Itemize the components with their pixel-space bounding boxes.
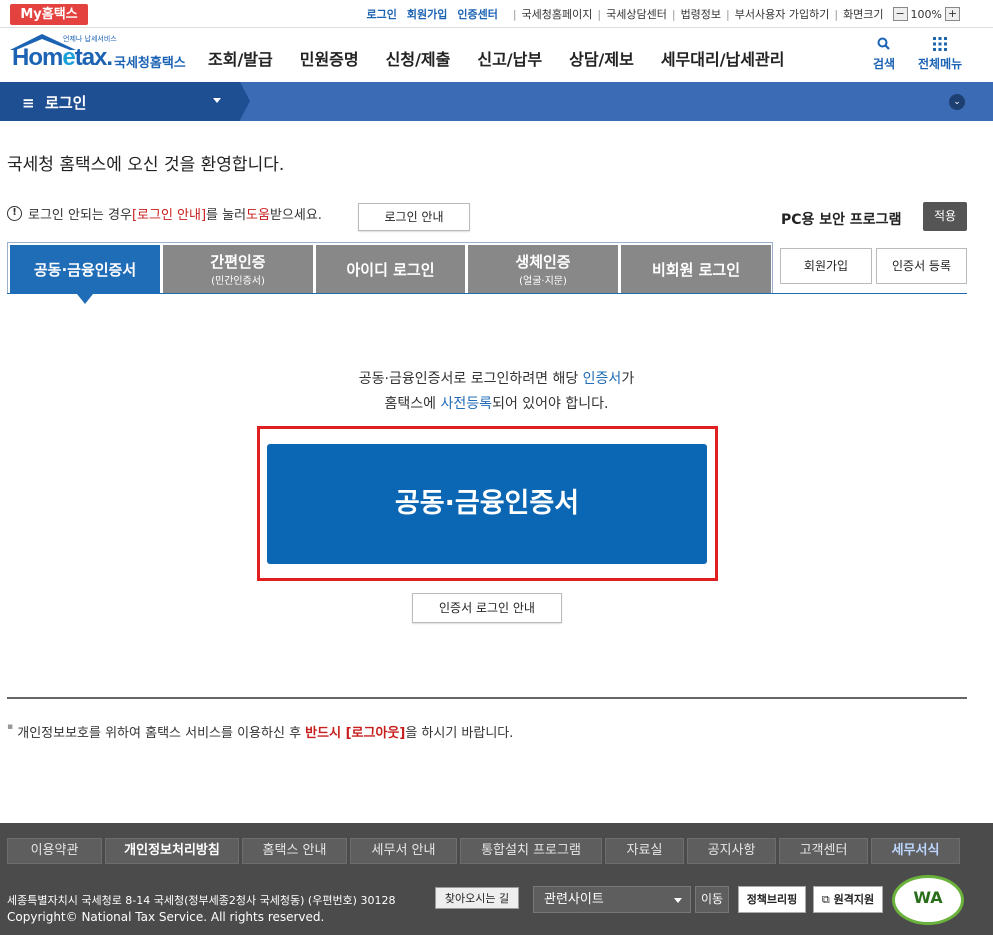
page-title: 국세청 홈택스에 오신 것을 환영합니다. [7, 155, 285, 175]
cert-login-guide-button[interactable]: 인증서 로그인 안내 [412, 593, 562, 623]
gnb-tax-agent[interactable]: 세무대리/납세관리 [661, 46, 785, 70]
remote-support-button[interactable]: ⧉ 원격지원 [813, 886, 883, 913]
footer-tax-forms-link[interactable]: 세무서식 [871, 838, 960, 864]
footer-library-link[interactable]: 자료실 [605, 838, 684, 864]
site-header: 언제나 납세서비스 Hometax. 국세청홈택스 조회/발급 민원증명 신청/… [0, 28, 993, 82]
divider: | [726, 7, 730, 21]
gnb-consultation[interactable]: 상담/제보 [569, 46, 634, 70]
divider: | [597, 7, 602, 21]
law-info-link[interactable]: 법령정보 [681, 6, 721, 22]
footer-install-link[interactable]: 통합설치 프로그램 [460, 838, 602, 864]
top-cert-center-link[interactable]: 인증센터 [457, 6, 497, 22]
tab-underline [7, 293, 967, 294]
find-way-button[interactable]: 찾아오시는 길 [435, 887, 519, 909]
divider [7, 697, 967, 699]
gnb-application[interactable]: 신청/제출 [386, 46, 451, 70]
utility-links: 로그인 회원가입 인증센터 | 국세청홈페이지 | 국세상담센터 | 법령정보 … [366, 6, 963, 22]
footer-copyright: Copyright© National Tax Service. All rig… [7, 910, 325, 924]
cert-info-line2: 홈택스에 사전등록되어 있어야 합니다. [384, 396, 609, 412]
login-method-tabs: 공동·금융인증서 간편인증 (민간인증서) 아이디 로그인 생체인증 (얼굴·지… [7, 242, 773, 294]
exclamation-icon: ! [7, 206, 22, 221]
hometax-logo[interactable]: 언제나 납세서비스 Hometax. 국세청홈택스 [6, 32, 191, 76]
tax-consult-link[interactable]: 국세상담센터 [606, 6, 667, 22]
expand-circle-icon[interactable]: ⌄ [949, 94, 965, 110]
tab-joint-financial-cert[interactable]: 공동·금융인증서 [10, 245, 160, 293]
zoom-control: − 100% + [890, 7, 963, 21]
login-guide-button[interactable]: 로그인 안내 [358, 203, 470, 231]
divider: | [512, 7, 517, 21]
caret-down-icon [213, 98, 221, 103]
join-button[interactable]: 회원가입 [780, 248, 872, 284]
footer-privacy-link[interactable]: 개인정보처리방침 [105, 838, 239, 864]
active-tab-pointer [77, 294, 93, 304]
pc-security-label: PC용 보안 프로그램 [781, 212, 902, 228]
location-current[interactable]: ≡ 로그인 [22, 92, 86, 113]
footer-hometax-guide-link[interactable]: 홈택스 안내 [242, 838, 347, 864]
search-button[interactable]: 검색 [873, 36, 895, 72]
gnb-certificate[interactable]: 민원증명 [300, 46, 359, 70]
hamburger-icon: ≡ [22, 94, 35, 112]
location-arrow [240, 82, 250, 120]
apply-button[interactable]: 적용 [923, 202, 967, 231]
cert-register-button[interactable]: 인증서 등록 [876, 248, 967, 284]
move-button[interactable]: 이동 [695, 886, 729, 913]
screen-size-label: 화면크기 [843, 8, 884, 21]
location-label: 로그인 [45, 94, 87, 112]
tab-biometric[interactable]: 생체인증 (얼굴·지문) [468, 245, 618, 293]
footer-taxoffice-link[interactable]: 세무서 안내 [350, 838, 457, 864]
tab-simple-auth[interactable]: 간편인증 (민간인증서) [163, 245, 313, 293]
top-join-link[interactable]: 회원가입 [407, 6, 447, 22]
footer-support-link[interactable]: 고객센터 [779, 838, 868, 864]
cert-info-line1: 공동·금융인증서로 로그인하려면 해당 인증서가 [358, 371, 635, 387]
related-site-select[interactable]: 관련사이트 [533, 886, 691, 913]
footer-links: 이용약관 개인정보처리방침 홈택스 안내 세무서 안내 통합설치 프로그램 자료… [7, 838, 963, 864]
top-utility-bar: My홈택스 로그인 회원가입 인증센터 | 국세청홈페이지 | 국세상담센터 |… [0, 0, 993, 28]
tab-non-member[interactable]: 비회원 로그인 [621, 245, 771, 293]
zoom-value: 100% [910, 7, 942, 21]
logo-subtitle: 언제나 납세서비스 [63, 35, 117, 43]
web-accessibility-mark: WA [892, 875, 964, 925]
tab-id-login[interactable]: 아이디 로그인 [316, 245, 465, 293]
divider: | [834, 7, 839, 21]
cert-login-button[interactable]: 공동·금융인증서 [267, 444, 707, 564]
footer-notice-link[interactable]: 공지사항 [687, 838, 776, 864]
nts-homepage-link[interactable]: 국세청홈페이지 [522, 6, 593, 22]
all-menu-button[interactable]: 전체메뉴 [918, 36, 962, 72]
footer-terms-link[interactable]: 이용약관 [7, 838, 102, 864]
gnb-inquiry[interactable]: 조회/발급 [208, 46, 273, 70]
my-hometax-button[interactable]: My홈택스 [10, 4, 88, 25]
footer-address: 세종특별자치시 국세청로 8-14 국세청(정부세종2청사 국세청동) (우편번… [7, 894, 396, 907]
zoom-out-button[interactable]: − [892, 7, 908, 21]
zoom-in-button[interactable]: + [945, 7, 960, 21]
all-menu-label: 전체메뉴 [918, 57, 963, 71]
site-footer: 이용약관 개인정보처리방침 홈택스 안내 세무서 안내 통합설치 프로그램 자료… [0, 823, 993, 935]
grid-menu-icon [933, 37, 948, 51]
logo-wordmark: Hometax. [12, 44, 113, 71]
divider: | [671, 7, 676, 21]
top-login-link[interactable]: 로그인 [366, 6, 396, 22]
chevron-down-icon [674, 898, 682, 903]
privacy-notice: ▪ 개인정보보호를 위하여 홈택스 서비스를 이용하신 후 반드시 [로그아웃]… [7, 722, 514, 741]
login-help-notice: ! 로그인 안되는 경우 [로그인 안내] 를 눌러 도움 받으세요. [7, 204, 322, 223]
remote-support-icon: ⧉ [821, 893, 830, 906]
search-icon [877, 37, 890, 50]
search-label: 검색 [873, 57, 896, 71]
dept-user-join-link[interactable]: 부서사용자 가입하기 [735, 6, 830, 22]
location-bar: ≡ 로그인 ⌄ [0, 82, 993, 121]
logo-korean-name: 국세청홈택스 [114, 56, 186, 71]
gnb-report-payment[interactable]: 신고/납부 [477, 46, 542, 70]
policy-briefing-button[interactable]: 정책브리핑 [738, 886, 806, 913]
main-navigation: 조회/발급 민원증명 신청/제출 신고/납부 상담/제보 세무대리/납세관리 [208, 46, 811, 70]
